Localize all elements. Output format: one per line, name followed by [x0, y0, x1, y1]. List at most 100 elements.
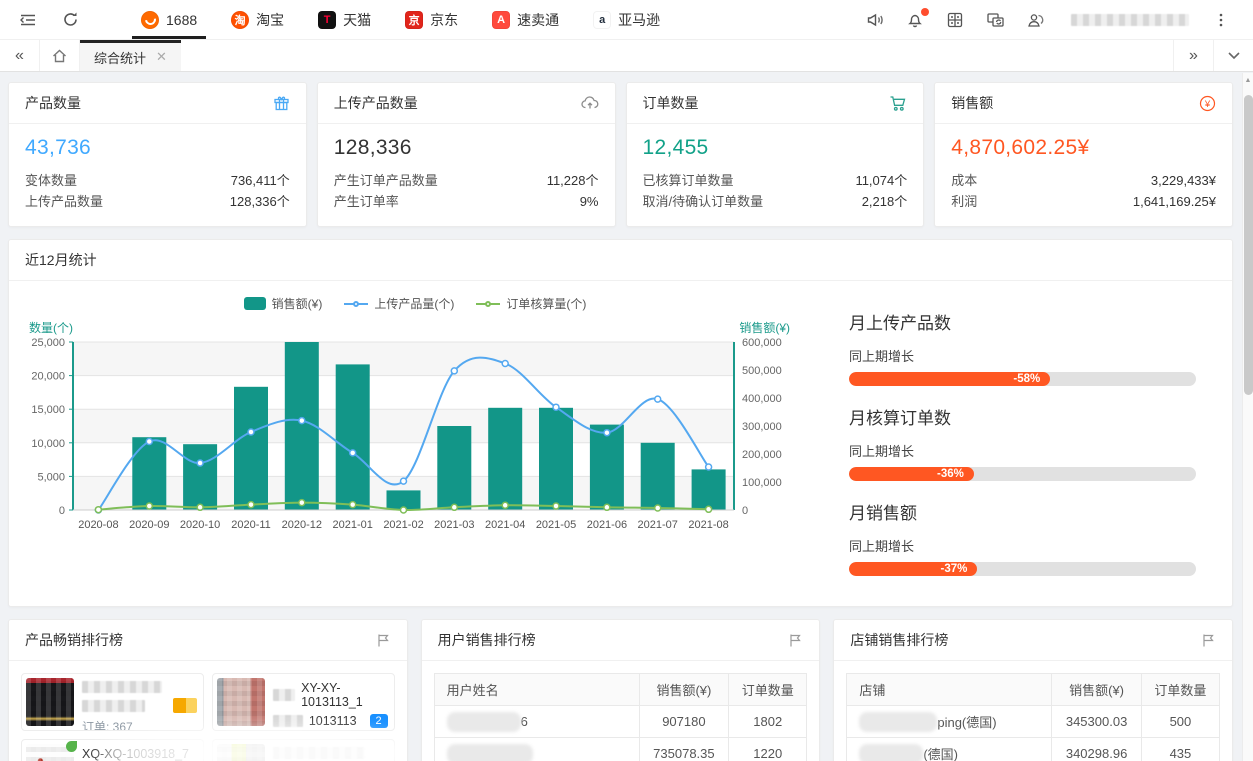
stat-value: 12,455	[643, 136, 908, 160]
column-header[interactable]: 销售额(¥)	[1052, 674, 1142, 706]
orders-cell: 1802	[729, 706, 807, 738]
product-image	[26, 678, 74, 726]
panel-title: 产品畅销排行榜	[25, 630, 123, 650]
legend-item-accounted[interactable]: 订单核算量(个)	[476, 295, 586, 312]
page-scrollbar[interactable]: ▲	[1242, 73, 1253, 761]
legend-label: 销售额(¥)	[272, 295, 323, 312]
product-card-grid: 订单: 367 XY-XY-1013113_1 10131132 XQ-XQ-1…	[9, 661, 407, 761]
scrollbar-thumb[interactable]	[1244, 95, 1253, 395]
refresh-icon[interactable]	[56, 6, 84, 34]
customer-service-icon[interactable]	[1021, 6, 1049, 34]
notification-red-dot	[921, 8, 929, 16]
product-card[interactable]	[212, 739, 395, 761]
kebab-menu-icon[interactable]	[1207, 6, 1235, 34]
censored-name	[859, 744, 923, 761]
stat-row-label: 产生订单率	[334, 191, 399, 212]
top-navbar: 1688 淘淘宝 T天猫 京京东 A速卖通 a亚马逊	[0, 0, 1253, 40]
svg-text:600,000: 600,000	[742, 337, 782, 349]
stat-row-value: 3,229,433¥	[1151, 170, 1216, 191]
stat-row-value: 9%	[580, 191, 599, 212]
svg-text:300,000: 300,000	[742, 421, 782, 433]
stat-card-title: 订单数量	[643, 93, 699, 113]
legend-item-uploaded[interactable]: 上传产品量(个)	[344, 295, 454, 312]
growth-label: 同上期增长	[849, 346, 1196, 365]
svg-text:15,000: 15,000	[31, 404, 65, 416]
combo-chart[interactable]: 05,00010,00015,00020,00025,0000100,00020…	[15, 320, 800, 548]
censored-name	[447, 744, 533, 761]
platform-tab-1688[interactable]: 1688	[124, 0, 214, 39]
platform-label: 1688	[166, 12, 197, 28]
platform-tab-amazon[interactable]: a亚马逊	[576, 0, 677, 39]
svg-text:2020-09: 2020-09	[129, 519, 169, 531]
tab-options-chevron-icon[interactable]	[1213, 40, 1253, 71]
sales-cell: 735078.35	[639, 738, 729, 761]
stat-cards-row: 产品数量 43,736 变体数量736,411个 上传产品数量128,336个 …	[8, 82, 1233, 227]
stat-row-value: 11,074个	[855, 170, 907, 191]
dashboard-content: 产品数量 43,736 变体数量736,411个 上传产品数量128,336个 …	[0, 72, 1253, 761]
stat-row-value: 128,336个	[230, 191, 290, 212]
column-header[interactable]: 销售额(¥)	[639, 674, 729, 706]
legend-label: 上传产品量(个)	[374, 295, 454, 312]
platform-label: 亚马逊	[618, 10, 660, 30]
censored-text	[273, 689, 295, 701]
legend-item-sales[interactable]: 销售额(¥)	[244, 295, 323, 312]
announcement-icon[interactable]	[861, 6, 889, 34]
legend-line-swatch	[344, 303, 368, 305]
home-icon[interactable]	[40, 40, 80, 71]
platform-label: 天猫	[343, 10, 371, 30]
leaf-badge	[66, 741, 77, 752]
growth-progress-track: -37%	[849, 562, 1196, 576]
product-image	[26, 744, 74, 761]
stat-value: 128,336	[334, 136, 599, 160]
close-tab-icon[interactable]: ✕	[156, 49, 167, 65]
username-censored[interactable]	[1071, 14, 1189, 26]
growth-column: 月上传产品数 同上期增长 -58% 月核算订单数 同上期增长 -36% 月销售额…	[815, 291, 1226, 594]
stat-row-label: 产生订单产品数量	[334, 170, 438, 191]
tab-summary-statistics[interactable]: 综合统计 ✕	[80, 40, 181, 71]
growth-progress-track: -58%	[849, 372, 1196, 386]
svg-text:2021-08: 2021-08	[688, 519, 728, 531]
apps-grid-icon[interactable]	[941, 6, 969, 34]
svg-text:2020-08: 2020-08	[78, 519, 118, 531]
platform-tab-jd[interactable]: 京京东	[388, 0, 475, 39]
flag-icon	[788, 633, 803, 648]
stat-card-title: 销售额	[951, 93, 993, 113]
table-row[interactable]: 735078.351220	[434, 738, 807, 761]
platform-tab-tmall[interactable]: T天猫	[301, 0, 388, 39]
svg-text:200,000: 200,000	[742, 449, 782, 461]
stat-row-value: 736,411个	[231, 170, 290, 191]
page-tab-bar: « 综合统计 ✕ »	[0, 40, 1253, 72]
table-row[interactable]: ping(德国)345300.03500	[847, 706, 1220, 738]
gift-box-icon	[273, 95, 290, 112]
orders-cell: 1220	[729, 738, 807, 761]
name-suffix: 6	[521, 714, 528, 729]
censored-text	[82, 681, 162, 693]
product-card[interactable]: 订单: 367	[21, 673, 204, 731]
column-header[interactable]: 用户姓名	[434, 674, 639, 706]
platform-tab-taobao[interactable]: 淘淘宝	[214, 0, 301, 39]
column-header[interactable]: 订单数量	[729, 674, 807, 706]
table-row[interactable]: 69071801802	[434, 706, 807, 738]
menu-fold-icon[interactable]	[14, 6, 42, 34]
notification-bell-icon[interactable]	[901, 6, 929, 34]
scroll-tabs-right-icon[interactable]: »	[1173, 40, 1213, 71]
svg-text:100,000: 100,000	[742, 477, 782, 489]
svg-text:¥: ¥	[1204, 99, 1211, 110]
table-row[interactable]: (德国)340298.96435	[847, 738, 1220, 761]
client-sync-icon[interactable]	[981, 6, 1009, 34]
column-header[interactable]: 订单数量	[1141, 674, 1219, 706]
chart-area: 销售额(¥) 上传产品量(个) 订单核算量(个) 05,00010,00015,…	[15, 291, 815, 594]
column-header[interactable]: 店铺	[847, 674, 1052, 706]
platform-tab-aliexpress[interactable]: A速卖通	[475, 0, 576, 39]
collapse-tabs-left-icon[interactable]: «	[0, 40, 40, 71]
scrollbar-up-arrow[interactable]: ▲	[1243, 73, 1253, 87]
product-card[interactable]: XQ-XQ-1003918_7	[21, 739, 204, 761]
svg-text:2020-11: 2020-11	[231, 519, 271, 531]
platform-tabs: 1688 淘淘宝 T天猫 京京东 A速卖通 a亚马逊	[124, 0, 677, 39]
sales-cell: 340298.96	[1052, 738, 1142, 761]
product-card[interactable]: XY-XY-1013113_1 10131132	[212, 673, 395, 731]
stat-row-label: 成本	[951, 170, 977, 191]
growth-label: 同上期增长	[849, 536, 1196, 555]
panel-title: 用户销售排行榜	[438, 630, 536, 650]
stat-card-products: 产品数量 43,736 变体数量736,411个 上传产品数量128,336个	[8, 82, 307, 227]
